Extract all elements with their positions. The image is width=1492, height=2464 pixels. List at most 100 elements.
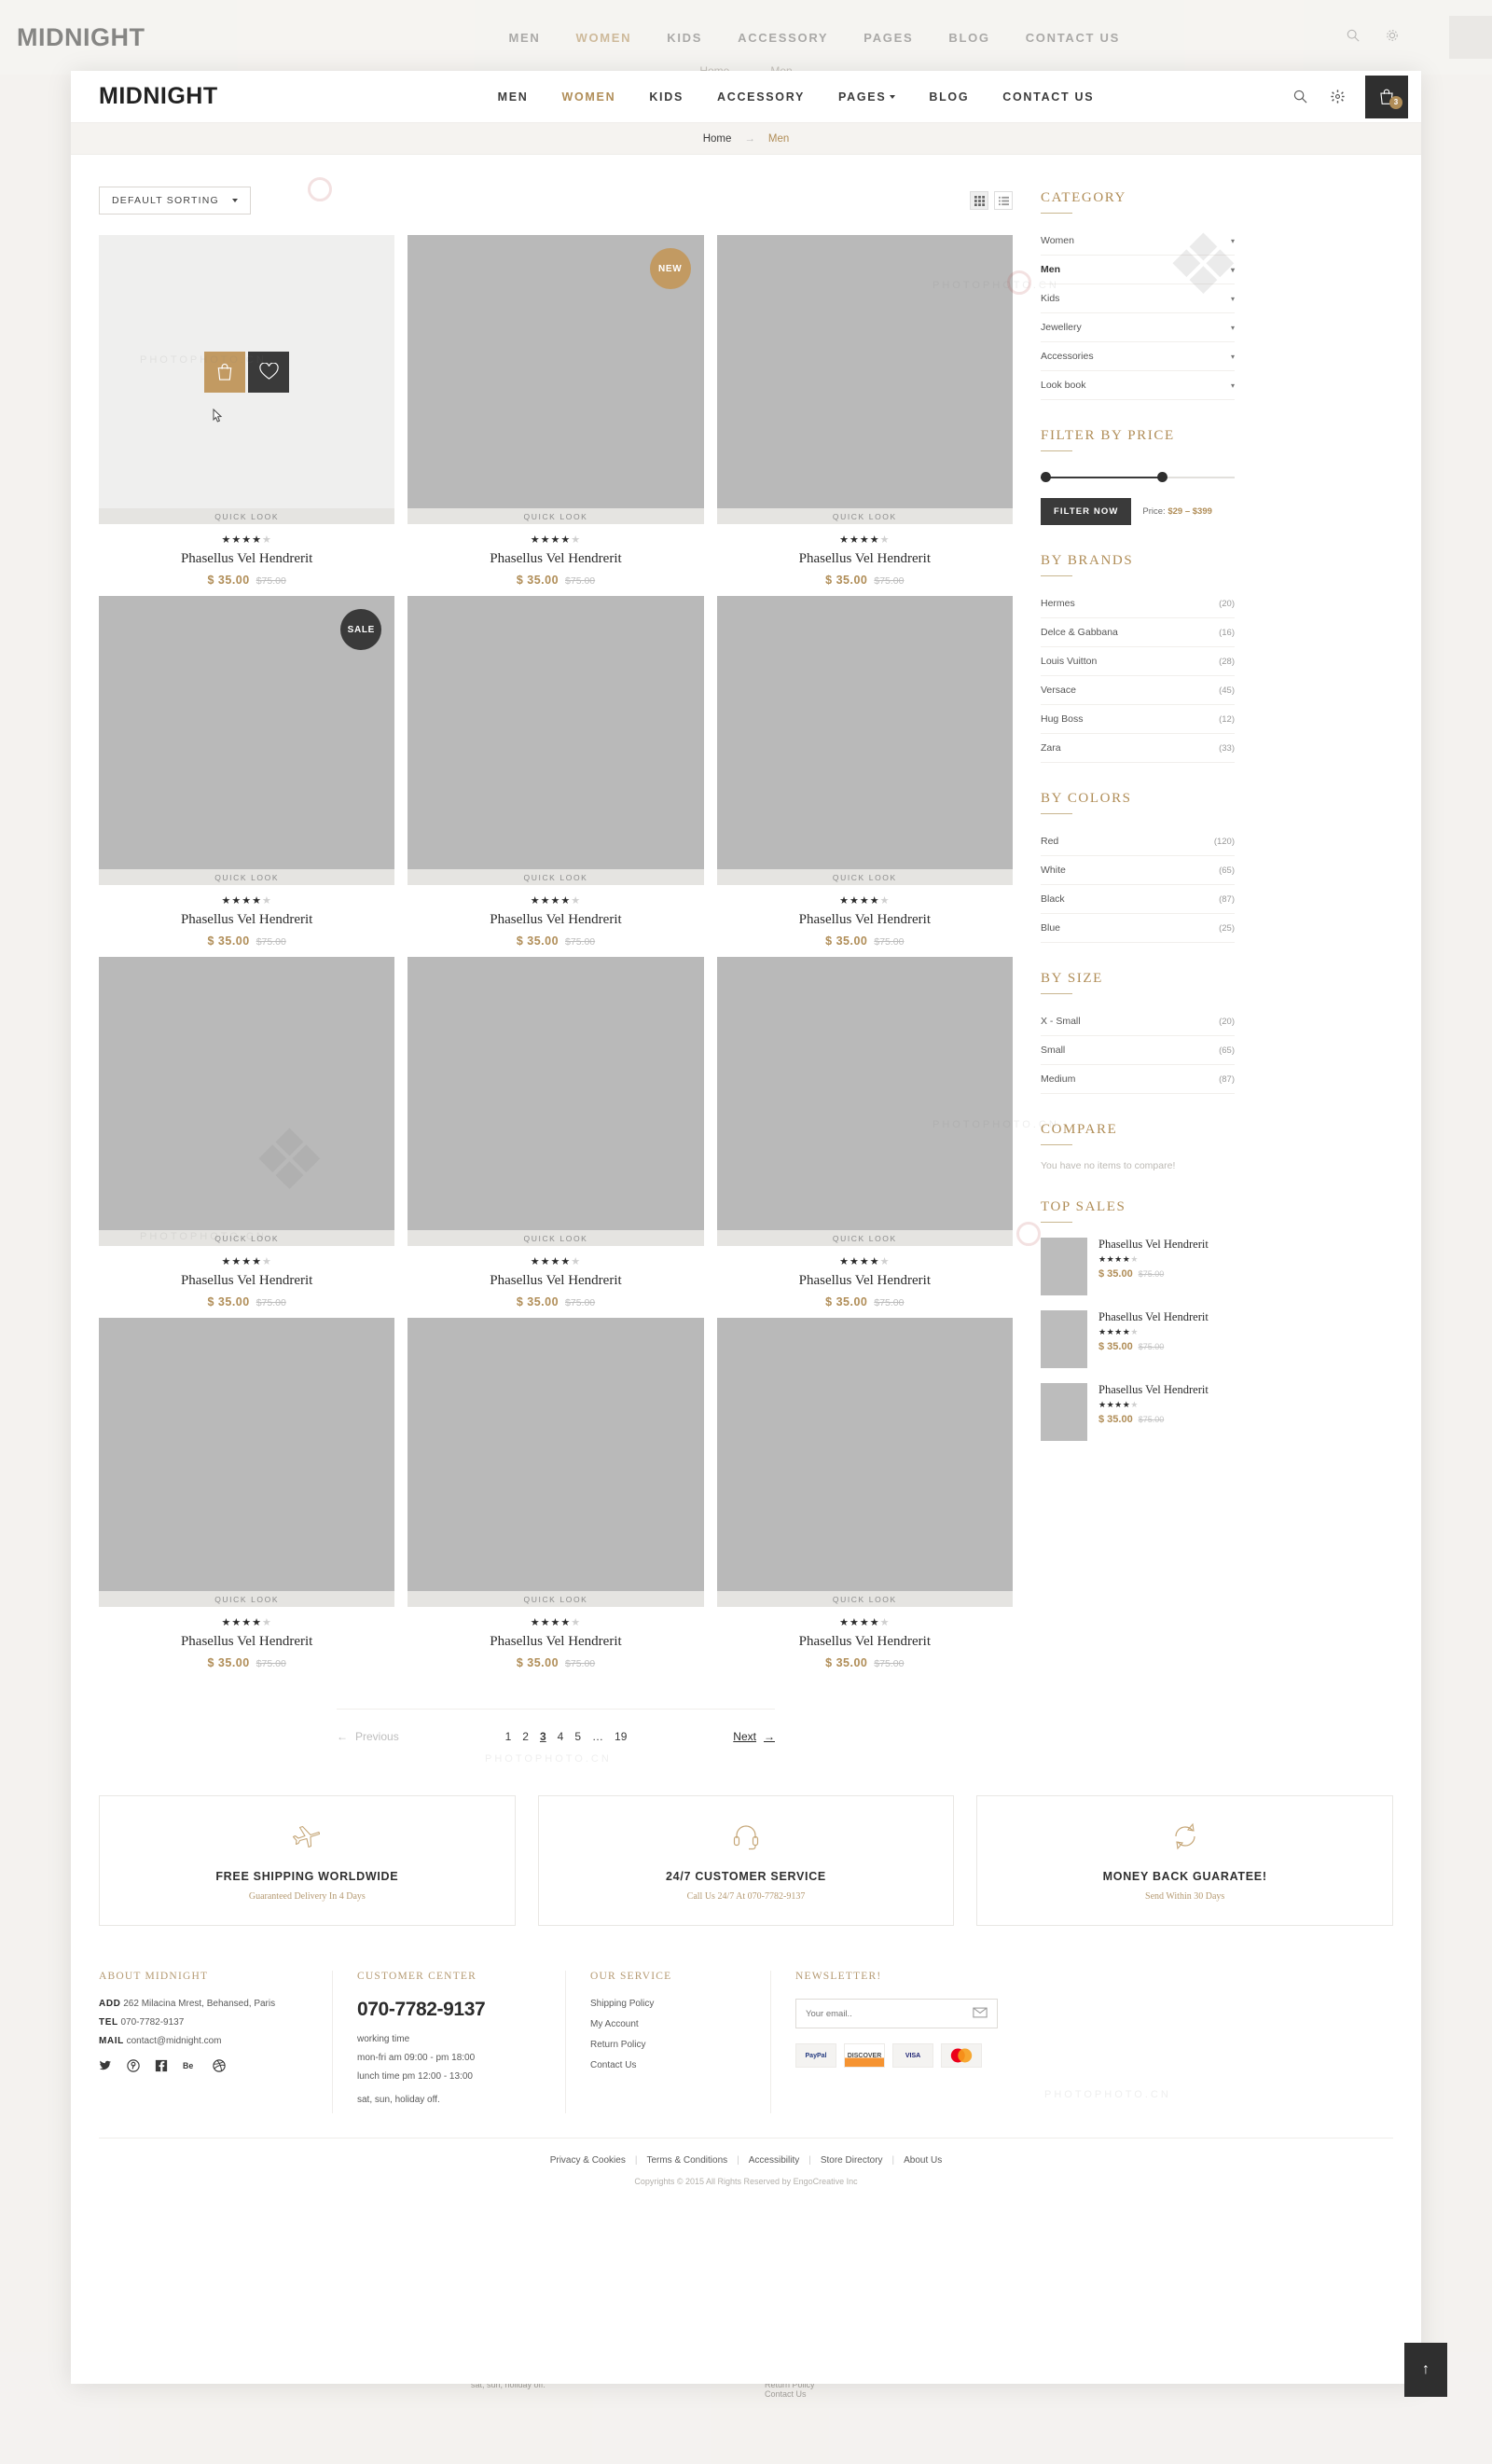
- site-logo[interactable]: MIDNIGHT: [99, 83, 218, 110]
- product-title[interactable]: Phasellus Vel Hendrerit: [99, 912, 394, 928]
- envelope-icon[interactable]: [973, 2007, 988, 2021]
- top-sales-item[interactable]: Phasellus Vel Hendrerit ★★★★★ $ 35.00 $75.0…: [1041, 1238, 1235, 1295]
- page-number[interactable]: 19: [615, 1730, 627, 1743]
- grid-view-icon[interactable]: [970, 191, 988, 210]
- brand-item[interactable]: Hug Boss (12): [1041, 705, 1235, 734]
- quick-look-bar[interactable]: QUICK LOOK: [99, 1230, 395, 1246]
- nav-item-contact-us[interactable]: CONTACT US: [1002, 90, 1094, 104]
- quick-look-bar[interactable]: QUICK LOOK: [99, 869, 395, 885]
- quick-look-bar[interactable]: QUICK LOOK: [716, 1230, 1013, 1246]
- product-title[interactable]: Phasellus Vel Hendrerit: [717, 1273, 1013, 1289]
- quick-look-bar[interactable]: QUICK LOOK: [716, 869, 1013, 885]
- dribbble-icon[interactable]: [213, 2059, 226, 2077]
- product-image[interactable]: [408, 957, 704, 1230]
- nav-item-men[interactable]: MEN: [498, 90, 529, 104]
- filter-now-button[interactable]: FILTER NOW: [1041, 498, 1132, 525]
- brand-item[interactable]: Hermes (20): [1041, 589, 1235, 618]
- page-number[interactable]: 2: [522, 1730, 529, 1743]
- service-link-return-policy[interactable]: Return Policy: [590, 2040, 746, 2050]
- product-title[interactable]: Phasellus Vel Hendrerit: [99, 1273, 394, 1289]
- service-link-shipping-policy[interactable]: Shipping Policy: [590, 1999, 746, 2009]
- product-image[interactable]: [716, 957, 1013, 1230]
- category-item[interactable]: Accessories ▾: [1041, 342, 1235, 371]
- quick-look-bar[interactable]: QUICK LOOK: [716, 1591, 1013, 1607]
- newsletter-input-wrap[interactable]: [795, 1999, 998, 2028]
- product-image[interactable]: [716, 596, 1013, 869]
- quick-look-bar[interactable]: QUICK LOOK: [99, 1591, 395, 1607]
- footer-bottom-link[interactable]: Privacy & Cookies: [550, 2155, 626, 2166]
- top-sales-item[interactable]: Phasellus Vel Hendrerit ★★★★★ $ 35.00 $75.0…: [1041, 1310, 1235, 1368]
- quick-look-bar[interactable]: QUICK LOOK: [408, 1230, 704, 1246]
- newsletter-email-input[interactable]: [806, 2008, 951, 2019]
- footer-bottom-link[interactable]: Terms & Conditions: [646, 2155, 727, 2166]
- gear-icon[interactable]: [1319, 71, 1356, 123]
- breadcrumb-home[interactable]: Home: [703, 133, 732, 145]
- page-number[interactable]: 5: [574, 1730, 581, 1743]
- product-title[interactable]: Phasellus Vel Hendrerit: [717, 1634, 1013, 1650]
- service-link-my-account[interactable]: My Account: [590, 2019, 746, 2029]
- brand-item[interactable]: Delce & Gabbana (16): [1041, 618, 1235, 647]
- product-card[interactable]: QUICK LOOK ★★★★★ Phasellus Vel Hendrerit $ …: [99, 235, 395, 587]
- facebook-icon[interactable]: [155, 2059, 168, 2077]
- color-item[interactable]: Red (120): [1041, 827, 1235, 856]
- brand-item[interactable]: Zara (33): [1041, 734, 1235, 763]
- quick-look-bar[interactable]: QUICK LOOK: [408, 869, 704, 885]
- product-title[interactable]: Phasellus Vel Hendrerit: [99, 551, 394, 567]
- product-card[interactable]: QUICK LOOK ★★★★★ Phasellus Vel Hendrerit $ …: [716, 1318, 1013, 1669]
- category-item[interactable]: Women ▾: [1041, 227, 1235, 256]
- product-image[interactable]: [716, 1318, 1013, 1591]
- color-item[interactable]: White (65): [1041, 856, 1235, 885]
- slider-handle-max[interactable]: [1156, 472, 1167, 482]
- product-title[interactable]: Phasellus Vel Hendrerit: [408, 1273, 703, 1289]
- nav-item-women[interactable]: WOMEN: [562, 90, 616, 104]
- cart-button[interactable]: 3: [1365, 75, 1408, 118]
- category-item[interactable]: Kids ▾: [1041, 284, 1235, 313]
- search-icon[interactable]: [1281, 71, 1319, 123]
- footer-bottom-link[interactable]: Accessibility: [749, 2155, 799, 2166]
- footer-bottom-link[interactable]: About Us: [904, 2155, 942, 2166]
- size-item[interactable]: Small (65): [1041, 1036, 1235, 1065]
- product-title[interactable]: Phasellus Vel Hendrerit: [717, 912, 1013, 928]
- top-sales-title[interactable]: Phasellus Vel Hendrerit: [1098, 1238, 1209, 1252]
- twitter-icon[interactable]: [99, 2059, 112, 2077]
- top-sales-title[interactable]: Phasellus Vel Hendrerit: [1098, 1383, 1209, 1397]
- product-card[interactable]: SALE QUICK LOOK ★★★★★ Phasellus Vel Hendrer…: [99, 596, 395, 948]
- product-image[interactable]: [99, 1318, 395, 1591]
- page-number[interactable]: …: [592, 1730, 603, 1743]
- nav-item-accessory[interactable]: ACCESSORY: [717, 90, 805, 104]
- product-image[interactable]: SALE: [99, 596, 395, 869]
- size-item[interactable]: X - Small (20): [1041, 1007, 1235, 1036]
- product-card[interactable]: QUICK LOOK ★★★★★ Phasellus Vel Hendrerit $ …: [99, 1318, 395, 1669]
- quick-look-bar[interactable]: QUICK LOOK: [99, 508, 395, 524]
- category-item[interactable]: Men ▾: [1041, 256, 1235, 284]
- slider-handle-min[interactable]: [1041, 472, 1051, 482]
- product-image[interactable]: [99, 235, 395, 508]
- scroll-to-top-button[interactable]: ↑: [1404, 2343, 1447, 2397]
- product-card[interactable]: QUICK LOOK ★★★★★ Phasellus Vel Hendrerit $ …: [716, 235, 1013, 587]
- sorting-dropdown[interactable]: DEFAULT SORTING: [99, 187, 251, 215]
- quick-look-bar[interactable]: QUICK LOOK: [716, 508, 1013, 524]
- nav-item-kids[interactable]: KIDS: [649, 90, 684, 104]
- wishlist-heart-icon[interactable]: [248, 351, 290, 393]
- product-title[interactable]: Phasellus Vel Hendrerit: [408, 1634, 703, 1650]
- price-range-slider[interactable]: [1041, 472, 1235, 483]
- quick-look-bar[interactable]: QUICK LOOK: [408, 1591, 704, 1607]
- top-sales-item[interactable]: Phasellus Vel Hendrerit ★★★★★ $ 35.00 $75.0…: [1041, 1383, 1235, 1441]
- product-title[interactable]: Phasellus Vel Hendrerit: [408, 912, 703, 928]
- product-card[interactable]: QUICK LOOK ★★★★★ Phasellus Vel Hendrerit $ …: [408, 1318, 704, 1669]
- product-card[interactable]: QUICK LOOK ★★★★★ Phasellus Vel Hendrerit $ …: [716, 957, 1013, 1308]
- product-image[interactable]: [408, 596, 704, 869]
- service-link-contact-us[interactable]: Contact Us: [590, 2060, 746, 2070]
- quick-look-bar[interactable]: QUICK LOOK: [408, 508, 704, 524]
- nav-item-pages[interactable]: PAGES: [838, 90, 896, 104]
- list-view-icon[interactable]: [994, 191, 1013, 210]
- product-image[interactable]: NEW: [408, 235, 704, 508]
- page-number[interactable]: 1: [505, 1730, 512, 1743]
- color-item[interactable]: Blue (25): [1041, 914, 1235, 943]
- product-title[interactable]: Phasellus Vel Hendrerit: [408, 551, 703, 567]
- add-to-cart-icon[interactable]: [204, 351, 246, 393]
- product-card[interactable]: QUICK LOOK ★★★★★ Phasellus Vel Hendrerit $ …: [408, 957, 704, 1308]
- next-page-button[interactable]: Next →: [733, 1730, 775, 1743]
- brand-item[interactable]: Louis Vuitton (28): [1041, 647, 1235, 676]
- product-card[interactable]: NEW QUICK LOOK ★★★★★ Phasellus Vel Hendreri…: [408, 235, 704, 587]
